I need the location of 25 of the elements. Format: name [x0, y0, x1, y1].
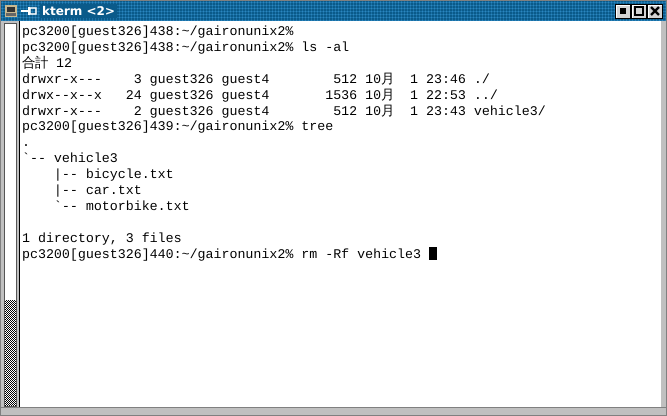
- scrollbar-thumb[interactable]: [5, 300, 16, 406]
- minimize-button[interactable]: [615, 4, 631, 18]
- terminal-line: 1 directory, 3 files: [22, 230, 182, 247]
- terminal-line: pc3200[guest326]439:~/gaironunix2% tree: [22, 119, 334, 136]
- close-icon: [650, 6, 660, 16]
- terminal-line: pc3200[guest326]440:~/gaironunix2% rm -Rf vehicle3: [22, 246, 421, 263]
- terminal-line: drwxr-x--- 2 guest326 guest4 512 10月 1 23:43 vehicle3/: [22, 104, 546, 120]
- terminal-line: pc3200[guest326]438:~/gaironunix2%: [22, 24, 294, 40]
- terminal-line: drwx--x--x 24 guest326 guest4 1536 10月 1 22:53 ../: [22, 88, 498, 104]
- terminal-line: `-- motorbike.txt: [52, 198, 190, 215]
- minimize-icon: [620, 8, 626, 14]
- terminal-line: .: [22, 135, 30, 152]
- window-title: kterm <2>: [40, 4, 117, 18]
- terminal-line: drwxr-x--- 3 guest326 guest4 512 10月 1 23:46 ./: [22, 72, 490, 88]
- pin-icon[interactable]: [21, 6, 37, 16]
- terminal-app-icon[interactable]: [4, 4, 18, 18]
- terminal-line: pc3200[guest326]438:~/gaironunix2% ls -al: [22, 40, 350, 56]
- scrollbar-track[interactable]: [4, 23, 17, 407]
- maximize-button[interactable]: [631, 4, 647, 18]
- terminal-line: 合計 12: [22, 56, 72, 72]
- terminal-line: `-- vehicle3: [22, 151, 118, 168]
- terminal-line: |-- car.txt: [52, 183, 142, 199]
- close-button[interactable]: [647, 4, 663, 18]
- maximize-icon: [634, 6, 644, 16]
- terminal-line: |-- bicycle.txt: [52, 167, 174, 184]
